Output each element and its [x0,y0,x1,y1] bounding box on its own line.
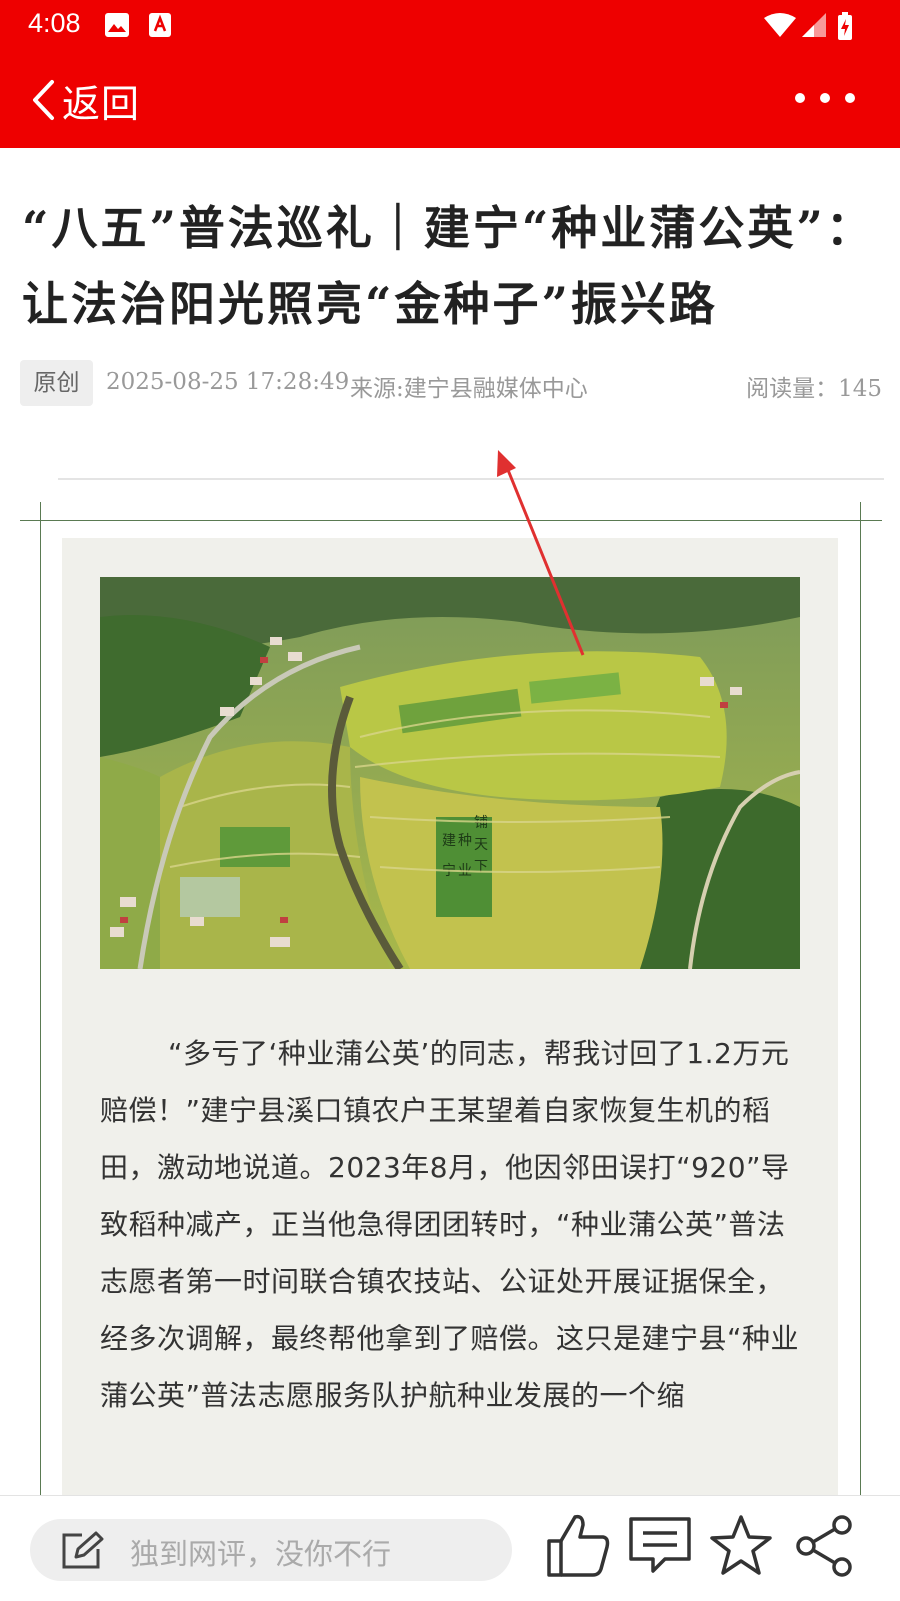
status-time: 4:08 [28,8,81,38]
app-notification-icon [149,13,171,37]
frame-top-line [20,520,882,521]
header-divider [58,478,884,480]
edit-icon [62,1531,104,1569]
frame-left-line [40,502,41,1502]
more-options-icon[interactable] [790,78,860,118]
signal-icon [802,13,826,37]
bottom-action-bar: 独到网评，没你不行 [0,1495,900,1601]
article-meta: 原创 2025-08-25 17:28:49 来源:建宁县融媒体中心 阅读量：1… [20,360,882,406]
battery-charging-icon [838,12,852,40]
share-icon[interactable] [790,1511,860,1581]
like-icon[interactable] [543,1511,613,1581]
top-nav-bar: 返回 [0,50,900,148]
read-count: 阅读量：145 [746,376,882,402]
back-label: 返回 [62,81,141,126]
article-title: “八五”普法巡礼｜建宁“种业蒲公英”：让法治阳光照亮“金种子”振兴路 [22,201,875,331]
favorite-star-icon[interactable] [706,1511,776,1581]
chevron-left-icon [33,80,54,120]
article-source: 来源:建宁县融媒体中心 [350,376,588,402]
comment-icon[interactable] [625,1511,695,1581]
svg-text:种: 种 [458,833,472,849]
svg-text:天: 天 [474,837,488,853]
wifi-icon [764,13,796,37]
article-photo: 建 宁 种 业 铺 天 下 [100,577,800,969]
svg-text:建: 建 [442,833,456,849]
comment-placeholder: 独到网评，没你不行 [130,1537,392,1571]
comment-input[interactable]: 独到网评，没你不行 [30,1519,512,1581]
publish-date: 2025-08-25 17:28:49 [106,369,350,395]
back-button[interactable]: 返回 [30,70,140,130]
article-body: “多亏了‘种业蒲公英’的同志，帮我讨回了1.2万元赔偿！”建宁县溪口镇农户王某望… [100,1037,800,1412]
frame-right-line [860,502,861,1502]
gallery-notification-icon [105,13,129,37]
original-badge: 原创 [20,360,93,406]
status-bar: 4:08 [0,0,900,50]
svg-text:铺: 铺 [474,815,488,831]
